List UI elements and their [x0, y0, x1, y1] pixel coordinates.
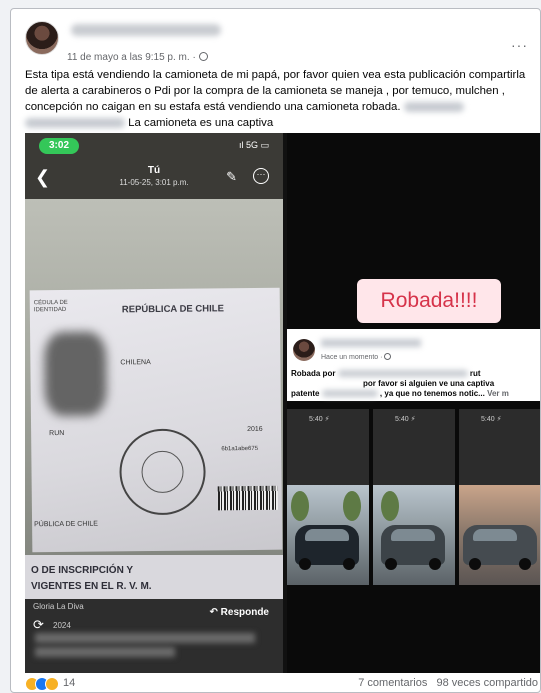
shared-post-card: Hace un momento · Robada por rut por fav…	[287, 329, 540, 401]
thumb-status: 5:40 ⚡	[309, 416, 330, 423]
year-fragment: 2016	[247, 425, 263, 434]
car-shape	[295, 525, 359, 570]
official-stamp	[119, 428, 206, 516]
post-stats: 7 comentarios 98 veces compartido	[358, 677, 538, 689]
post-body: Esta tipa está vendiendo la camioneta de…	[25, 67, 535, 131]
caption-redacted	[35, 633, 255, 643]
signal-icon: ıl 5G ▭	[238, 140, 269, 150]
chat-date: 11-05-25, 3:01 p.m.	[119, 178, 189, 187]
car-photo-3: 5:40 ⚡	[459, 409, 540, 585]
run-label: RUN	[49, 429, 65, 438]
nationality: CHILENA	[120, 359, 151, 367]
screenshot-right[interactable]: Robada!!!! Hace un momento · Robada por …	[287, 133, 540, 673]
car-shape	[381, 525, 445, 570]
sender-name: Gloria La Diva	[33, 602, 84, 611]
facebook-post: 11 de mayo a las 9:15 p. m. · ··· Esta t…	[10, 8, 541, 693]
redacted-text	[403, 101, 464, 112]
sender-date: 2024	[53, 621, 71, 630]
chat-title: Tú	[147, 165, 161, 176]
status-time: 3:02	[39, 138, 79, 154]
shared-line-3: patente , ya que no tenemos notic... Ver…	[291, 389, 509, 398]
reaction-count[interactable]: 14	[63, 677, 75, 689]
edit-icon: ✎	[226, 169, 237, 184]
comments-link[interactable]: 7 comentarios	[358, 677, 427, 689]
doc-line-1: O DE INSCRIPCIÓN Y	[31, 565, 134, 576]
face-redacted	[44, 331, 107, 417]
caption-redacted	[35, 647, 175, 657]
post-header: 11 de mayo a las 9:15 p. m. · ···	[25, 21, 528, 63]
barcode	[217, 485, 278, 511]
reply-button: ↶ Responde	[209, 607, 269, 618]
car-photo-2: 5:40 ⚡	[373, 409, 455, 585]
author-avatar[interactable]	[25, 21, 59, 55]
thumb-status: 5:40 ⚡	[395, 416, 416, 423]
car-shape	[463, 525, 537, 570]
shares-link[interactable]: 98 veces compartido	[437, 677, 539, 689]
mini-avatar	[293, 339, 315, 361]
redacted-text	[337, 370, 468, 378]
author-name-redacted[interactable]	[71, 24, 221, 36]
sad-reaction-icon	[45, 677, 59, 691]
shared-line-1: Robada por rut	[291, 369, 481, 378]
options-icon: ···	[253, 168, 269, 184]
see-more-link: Ver m	[487, 389, 509, 398]
mini-meta: Hace un momento ·	[321, 353, 392, 361]
post-media[interactable]: 3:02 ıl 5G ▭ ❮ Tú 11-05-25, 3:01 p.m. ✎ …	[25, 133, 540, 673]
phone-status-bar: 3:02 ıl 5G ▭	[25, 133, 283, 159]
redacted-text	[321, 390, 378, 398]
right-bottom	[287, 585, 540, 673]
car-photo-1: 5:40 ⚡	[287, 409, 369, 585]
globe-icon	[384, 353, 392, 360]
cedula-label: CÉDULA DE IDENTIDAD	[33, 299, 68, 314]
timestamp-text: 11 de mayo a las 9:15 p. m. ·	[67, 52, 196, 63]
id-card: CÉDULA DE IDENTIDAD REPÚBLICA DE CHILE C…	[29, 287, 283, 553]
robada-banner: Robada!!!!	[357, 279, 501, 323]
redacted-text	[25, 117, 125, 128]
reply-label: Responde	[220, 607, 269, 618]
stamp-inner	[141, 450, 184, 494]
chat-footer: Gloria La Diva ⟳ 2024 ↶ Responde	[25, 599, 283, 673]
publica-label: PÚBLICA DE CHILE	[34, 520, 98, 529]
thumb-status: 5:40 ⚡	[481, 416, 502, 423]
shared-line-2: por favor si alguien ve una captiva	[363, 379, 495, 388]
car-photos: 5:40 ⚡ 5:40 ⚡ 5:40 ⚡	[287, 409, 540, 585]
post-text-second: La camioneta es una captiva	[128, 117, 274, 129]
post-footer: 14 7 comentarios 98 veces compartido	[11, 675, 540, 692]
chat-header: ❮ Tú 11-05-25, 3:01 p.m. ✎ ···	[25, 159, 283, 199]
globe-icon	[198, 52, 208, 61]
document-photo: CÉDULA DE IDENTIDAD REPÚBLICA DE CHILE C…	[25, 199, 283, 625]
more-options-button[interactable]: ···	[511, 37, 528, 53]
screenshot-left[interactable]: 3:02 ıl 5G ▭ ❮ Tú 11-05-25, 3:01 p.m. ✎ …	[25, 133, 283, 673]
refresh-icon: ⟳	[33, 617, 44, 632]
doc-line-2: VIGENTES EN EL R. V. M.	[31, 581, 152, 592]
mini-name-redacted	[321, 339, 421, 347]
country-label: REPÚBLICA DE CHILE	[121, 303, 224, 316]
post-timestamp[interactable]: 11 de mayo a las 9:15 p. m. ·	[67, 52, 208, 63]
code-fragment: 6b1a1abe675	[221, 445, 259, 453]
